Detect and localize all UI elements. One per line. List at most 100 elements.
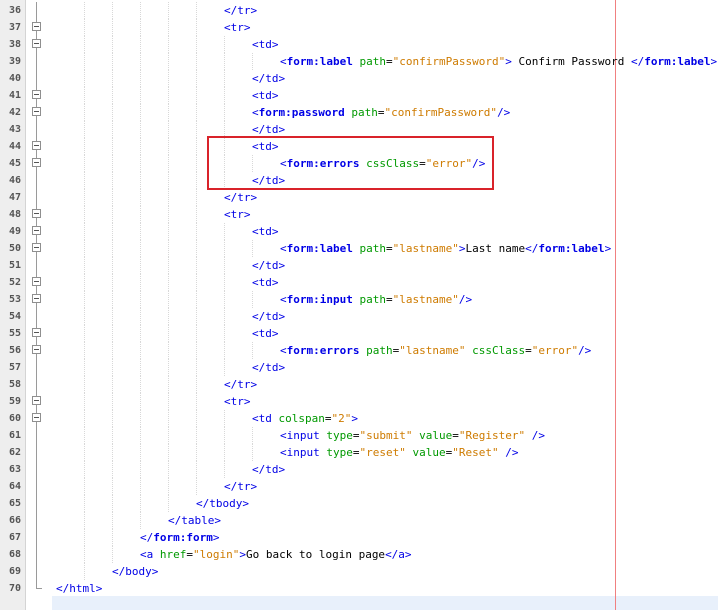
code-text[interactable]: <td> — [252, 274, 279, 291]
indent-guide — [84, 19, 85, 36]
code-editor[interactable]: 36 </tr> 37 <tr> 38 <td> 39 <form:label path="c… — [0, 0, 718, 610]
code-text[interactable]: </td> — [252, 308, 285, 325]
code-line[interactable]: 49 <td> — [0, 223, 718, 240]
indent-guide — [140, 155, 141, 172]
code-text[interactable]: <td> — [252, 325, 279, 342]
minus-box-icon[interactable] — [32, 39, 41, 48]
code-text[interactable]: <input type="reset" value="Reset" /> — [280, 444, 518, 461]
code-line[interactable]: 65 </tbody> — [0, 495, 718, 512]
code-line[interactable]: 53 <form:input path="lastname"/> — [0, 291, 718, 308]
code-text[interactable]: <form:input path="lastname"/> — [280, 291, 472, 308]
code-text[interactable]: </td> — [252, 70, 285, 87]
code-text[interactable]: </tr> — [224, 376, 257, 393]
code-line[interactable]: 52 <td> — [0, 274, 718, 291]
code-line[interactable]: 67 </form:form> — [0, 529, 718, 546]
code-line[interactable]: 62 <input type="reset" value="Reset" /> — [0, 444, 718, 461]
code-text[interactable]: <td> — [252, 87, 279, 104]
indent-guide — [196, 325, 197, 342]
minus-box-icon[interactable] — [32, 345, 41, 354]
code-line[interactable]: 64 </tr> — [0, 478, 718, 495]
code-line[interactable]: 37 <tr> — [0, 19, 718, 36]
code-text[interactable]: </tr> — [224, 189, 257, 206]
code-text[interactable]: </body> — [112, 563, 158, 580]
code-line[interactable]: 59 <tr> — [0, 393, 718, 410]
tag-token: <td> — [252, 38, 279, 51]
code-line[interactable]: 66 </table> — [0, 512, 718, 529]
code-line[interactable]: 60 <td colspan="2"> — [0, 410, 718, 427]
indent-guide — [168, 461, 169, 478]
code-line[interactable]: 41 <td> — [0, 87, 718, 104]
indent-guide — [196, 172, 197, 189]
minus-box-icon[interactable] — [32, 22, 41, 31]
code-line[interactable]: 61 <input type="submit" value="Register" … — [0, 427, 718, 444]
code-line[interactable]: 48 <tr> — [0, 206, 718, 223]
code-line[interactable]: 42 <form:password path="confirmPassword"/… — [0, 104, 718, 121]
minus-box-icon[interactable] — [32, 328, 41, 337]
code-line[interactable]: 50 <form:label path="lastname">Last name<… — [0, 240, 718, 257]
minus-box-icon[interactable] — [32, 294, 41, 303]
indent-guide — [168, 189, 169, 206]
line-number: 65 — [8, 498, 21, 509]
code-lines[interactable]: 36 </tr> 37 <tr> 38 <td> 39 <form:label path="c… — [0, 2, 718, 597]
code-text[interactable]: <td colspan="2"> — [252, 410, 358, 427]
code-line[interactable]: 63 </td> — [0, 461, 718, 478]
code-line[interactable]: 55 <td> — [0, 325, 718, 342]
tag-name-token: form:label — [286, 242, 353, 255]
minus-box-icon[interactable] — [32, 413, 41, 422]
code-line[interactable]: 51 </td> — [0, 257, 718, 274]
code-text[interactable]: </td> — [252, 359, 285, 376]
code-text[interactable]: </form:form> — [140, 529, 219, 546]
code-text[interactable]: </td> — [252, 461, 285, 478]
code-line[interactable]: 36 </tr> — [0, 2, 718, 19]
code-line[interactable]: 69 </body> — [0, 563, 718, 580]
code-text[interactable]: <input type="submit" value="Register" /> — [280, 427, 545, 444]
indent-guide — [224, 104, 225, 121]
fold-guide-line — [36, 2, 37, 19]
indent-guide — [140, 495, 141, 512]
tag-name-token: form:input — [286, 293, 353, 306]
code-text[interactable]: </tr> — [224, 478, 257, 495]
tag-token: /> — [497, 106, 511, 119]
code-text[interactable]: <form:label path="lastname">Last name</f… — [280, 240, 611, 257]
code-line[interactable]: 58 </tr> — [0, 376, 718, 393]
code-line[interactable]: 47 </tr> — [0, 189, 718, 206]
line-number: 46 — [8, 175, 21, 186]
code-text[interactable]: </tbody> — [196, 495, 249, 512]
code-text[interactable]: <tr> — [224, 19, 251, 36]
code-text[interactable]: </td> — [252, 257, 285, 274]
code-text[interactable]: <td> — [252, 223, 279, 240]
code-line[interactable]: 54 </td> — [0, 308, 718, 325]
code-text[interactable]: <td> — [252, 36, 279, 53]
code-line[interactable]: 57 </td> — [0, 359, 718, 376]
code-line[interactable]: 38 <td> — [0, 36, 718, 53]
indent-guide — [140, 121, 141, 138]
code-text[interactable]: <form:label path="confirmPassword"> Conf… — [280, 53, 717, 70]
code-text[interactable]: </table> — [168, 512, 221, 529]
code-text[interactable]: <tr> — [224, 393, 251, 410]
code-text[interactable]: </html> — [56, 580, 102, 597]
code-line[interactable]: 56 <form:errors path="lastname" cssClass=… — [0, 342, 718, 359]
minus-box-icon[interactable] — [32, 226, 41, 235]
minus-box-icon[interactable] — [32, 243, 41, 252]
code-line[interactable]: 40 </td> — [0, 70, 718, 87]
indent-guide — [140, 172, 141, 189]
indent-guide — [112, 155, 113, 172]
code-text[interactable]: <a href="login">Go back to login page</a… — [140, 546, 412, 563]
minus-box-icon[interactable] — [32, 107, 41, 116]
minus-box-icon[interactable] — [32, 209, 41, 218]
fold-guide-line — [36, 53, 37, 70]
code-text[interactable]: </tr> — [224, 2, 257, 19]
indent-guide — [196, 53, 197, 70]
minus-box-icon[interactable] — [32, 90, 41, 99]
code-text[interactable]: <form:password path="confirmPassword"/> — [252, 104, 510, 121]
indent-guide — [84, 444, 85, 461]
code-text[interactable]: <tr> — [224, 206, 251, 223]
minus-box-icon[interactable] — [32, 277, 41, 286]
code-text[interactable]: <form:errors path="lastname" cssClass="e… — [280, 342, 591, 359]
minus-box-icon[interactable] — [32, 158, 41, 167]
code-line[interactable]: 39 <form:label path="confirmPassword"> Co… — [0, 53, 718, 70]
minus-box-icon[interactable] — [32, 141, 41, 150]
minus-box-icon[interactable] — [32, 396, 41, 405]
code-line[interactable]: 70 </html> — [0, 580, 718, 597]
code-line[interactable]: 68 <a href="login">Go back to login page<… — [0, 546, 718, 563]
